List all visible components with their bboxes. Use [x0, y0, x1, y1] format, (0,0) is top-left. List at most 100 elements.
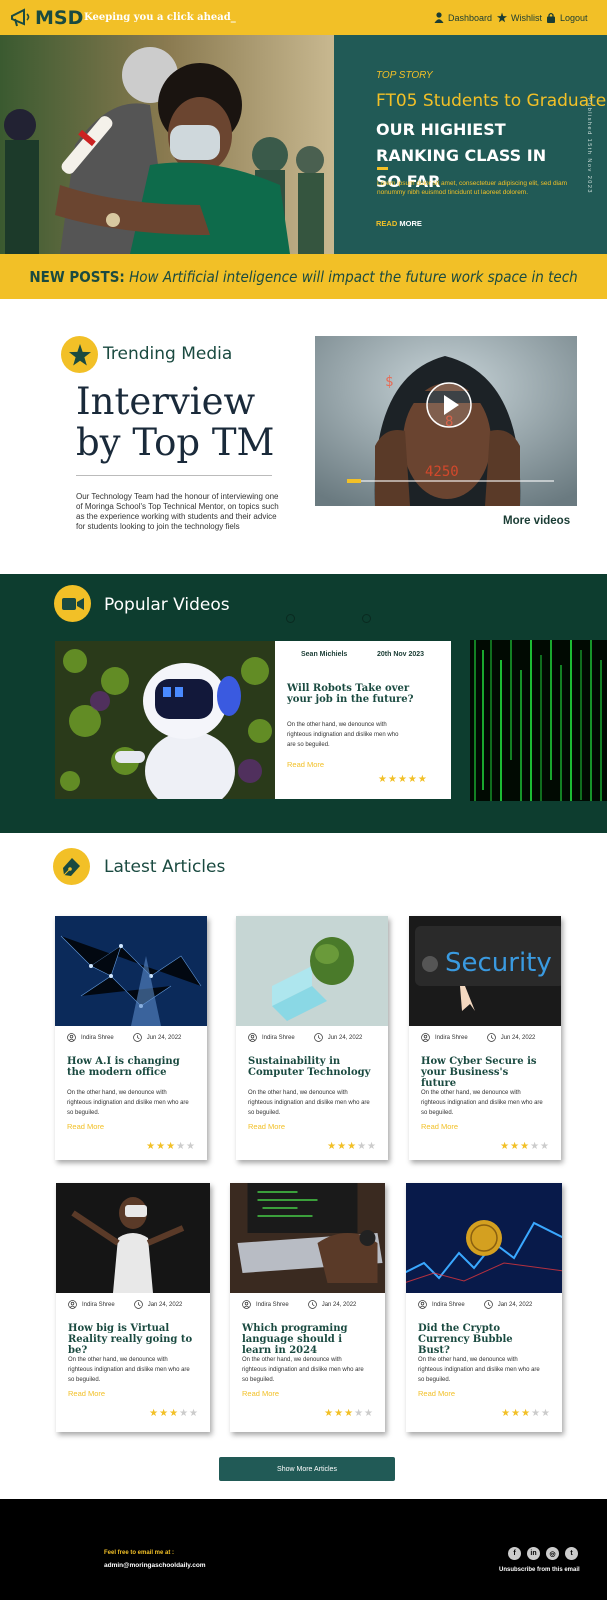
star-empty-icon: ★ [189, 1408, 198, 1419]
article-title[interactable]: Did the Crypto Currency Bubble Bust? [418, 1323, 543, 1356]
tagline: Keeping you a click ahead_ [84, 12, 236, 23]
nav-dashboard[interactable]: Dashboard [434, 12, 492, 23]
article-card[interactable]: Indira Shree Jun 24, 2022 How A.I is cha… [55, 916, 207, 1160]
article-image[interactable] [230, 1183, 385, 1293]
robot-video-thumbnail[interactable] [55, 641, 275, 799]
star-empty-icon: ★ [186, 1141, 195, 1152]
article-title[interactable]: How A.I is changing the modern office [67, 1056, 192, 1078]
article-read-more-link[interactable]: Read More [248, 1122, 285, 1131]
popular-badge [54, 585, 91, 622]
article-card[interactable]: Indira Shree Jan 24, 2022 Which programi… [230, 1183, 385, 1432]
article-author: Indira Shree [81, 1034, 114, 1041]
star-filled-icon: ★ [407, 774, 417, 785]
nav-dashboard-label: Dashboard [448, 12, 493, 23]
article-image[interactable] [236, 916, 388, 1026]
user-icon [418, 1300, 427, 1309]
article-image[interactable] [55, 916, 207, 1026]
article-excerpt: On the other hand, we denounce with righ… [421, 1090, 543, 1116]
article-rating: ★ ★ ★ ★ ★ [500, 1142, 549, 1152]
video-progress-track[interactable] [347, 479, 554, 483]
play-icon[interactable] [425, 381, 473, 429]
nav-wishlist[interactable]: Wishlist [497, 12, 542, 23]
star-filled-icon: ★ [344, 1408, 354, 1419]
article-rating: ★ ★ ★ ★ ★ [146, 1142, 195, 1152]
video-progress-fill [347, 479, 362, 483]
article-read-more-link[interactable]: Read More [421, 1122, 458, 1131]
article-title[interactable]: How big is Virtual Reality really going … [68, 1323, 193, 1356]
new-posts-ticker[interactable]: NEW POSTS: How Artificial inteligence wi… [0, 268, 607, 286]
facebook-icon[interactable]: f [508, 1547, 521, 1560]
show-more-articles-button[interactable]: Show More Articles [219, 1457, 395, 1481]
article-card[interactable]: Indira Shree Jan 24, 2022 Did the Crypto… [406, 1183, 562, 1432]
more-videos-link[interactable]: More videos [503, 515, 570, 527]
article-author: Indira Shree [82, 1301, 115, 1308]
article-date: Jun 24, 2022 [146, 1034, 182, 1041]
article-meta: Indira Shree Jan 24, 2022 [242, 1300, 356, 1309]
article-author: Indira Shree [435, 1034, 468, 1041]
article-author: Indira Shree [432, 1301, 465, 1308]
nav-logout-label: Logout [560, 12, 588, 23]
star-filled-icon: ★ [511, 1408, 521, 1419]
article-image[interactable] [406, 1183, 562, 1293]
star-empty-icon: ★ [541, 1408, 550, 1419]
article-image[interactable]: Security [409, 916, 561, 1026]
star-filled-icon: ★ [520, 1141, 530, 1152]
article-read-more-link[interactable]: Read More [67, 1122, 104, 1131]
articles-title: Latest Articles [104, 857, 226, 877]
linkedin-icon[interactable]: in [527, 1547, 540, 1560]
matrix-video-thumbnail[interactable] [470, 640, 607, 801]
hero-image [0, 35, 334, 254]
star-filled-icon: ★ [417, 774, 427, 785]
read-more-more: MORE [399, 219, 422, 228]
popular-read-more-link[interactable]: Read More [287, 760, 324, 769]
unsubscribe-link[interactable]: Unsubscribe from this email [499, 1567, 580, 1573]
star-filled-icon: ★ [521, 1408, 531, 1419]
article-rating: ★ ★ ★ ★ ★ [327, 1142, 376, 1152]
star-filled-icon: ★ [146, 1141, 156, 1152]
pen-nib-icon [62, 857, 80, 876]
user-icon [242, 1300, 251, 1309]
popular-title: Popular Videos [104, 595, 230, 615]
user-icon [286, 614, 295, 623]
megaphone-icon [11, 8, 30, 27]
footer-email-label: Feel free to email me at : [104, 1550, 175, 1556]
article-card[interactable]: Security Indira Shree Jun 24, 2022 How C… [409, 916, 561, 1160]
user-icon [67, 1033, 76, 1042]
article-meta: Indira Shree Jun 24, 2022 [248, 1033, 362, 1042]
article-title[interactable]: Sustainability in Computer Technology [248, 1056, 373, 1078]
hero-title[interactable]: FT05 Students to Graduate [376, 91, 606, 111]
read-more-read: READ [376, 219, 398, 228]
star-empty-icon: ★ [540, 1141, 549, 1152]
star-filled-icon: ★ [327, 1141, 337, 1152]
star-filled-icon: ★ [500, 1141, 510, 1152]
hero-read-more-link[interactable]: READ MORE [376, 219, 422, 228]
popular-card-title[interactable]: Will Robots Take over your job in the fu… [287, 683, 427, 705]
article-image[interactable] [56, 1183, 210, 1293]
user-icon [434, 12, 444, 23]
article-read-more-link[interactable]: Read More [68, 1389, 105, 1398]
nav-wishlist-label: Wishlist [511, 12, 542, 23]
article-title[interactable]: How Cyber Secure is your Business's futu… [421, 1056, 546, 1089]
article-meta: Indira Shree Jun 24, 2022 [421, 1033, 535, 1042]
logo[interactable]: MSD [35, 7, 83, 29]
article-read-more-link[interactable]: Read More [418, 1389, 455, 1398]
hero-body: Lorem ipsum dolor sit amet, consectetuer… [377, 180, 568, 196]
footer-email-link[interactable]: admin@moringaschooldaily.com [104, 1562, 206, 1569]
nav-logout[interactable]: Logout [546, 12, 588, 23]
article-read-more-link[interactable]: Read More [242, 1389, 279, 1398]
article-author: Indira Shree [262, 1034, 295, 1041]
article-excerpt: On the other hand, we denounce with righ… [242, 1357, 364, 1383]
article-excerpt: On the other hand, we denounce with righ… [418, 1357, 540, 1383]
star-filled-icon: ★ [337, 1141, 347, 1152]
trending-title: Trending Media [103, 344, 233, 364]
twitter-icon[interactable]: t [565, 1547, 578, 1560]
clock-icon [133, 1300, 143, 1309]
article-card[interactable]: Indira Shree Jan 24, 2022 How big is Vir… [56, 1183, 210, 1432]
clock-icon [483, 1300, 493, 1309]
article-card[interactable]: Indira Shree Jun 24, 2022 Sustainability… [236, 916, 388, 1160]
star-empty-icon: ★ [357, 1141, 367, 1152]
star-icon [497, 12, 507, 23]
video-camera-icon [61, 597, 84, 610]
instagram-icon[interactable]: ◎ [546, 1547, 559, 1560]
article-title[interactable]: Which programing language should i learn… [242, 1323, 367, 1356]
